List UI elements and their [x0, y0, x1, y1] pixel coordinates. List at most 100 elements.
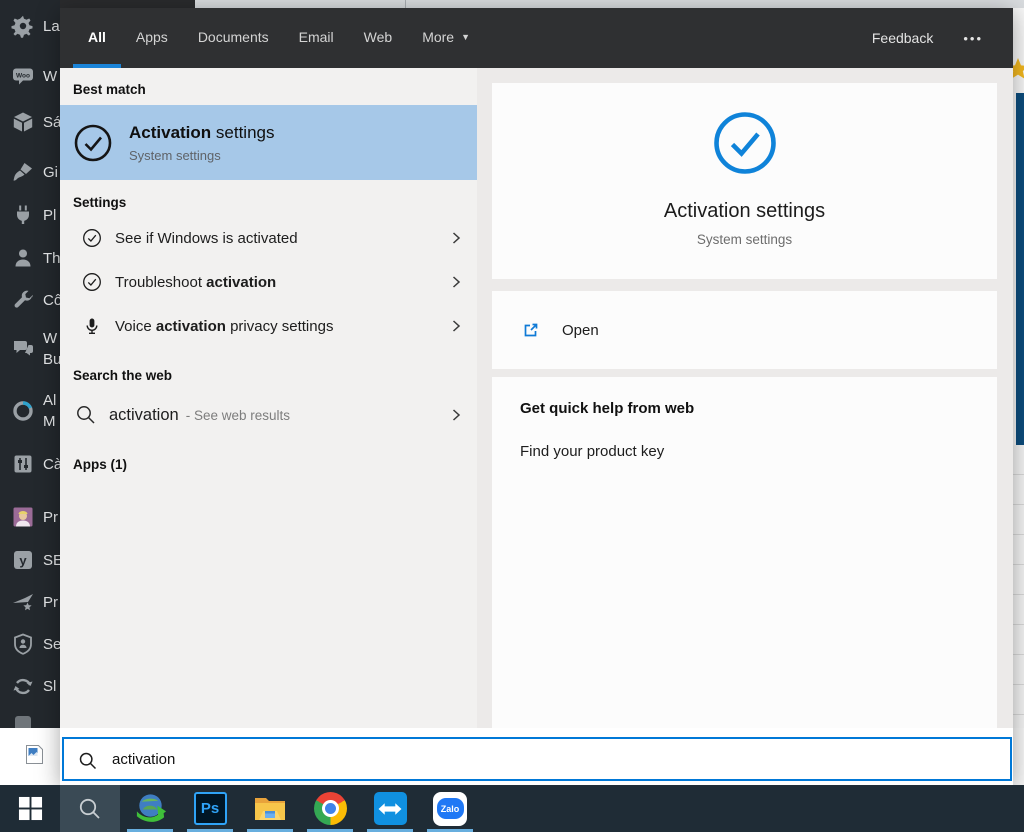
sidebar-item-label: SE — [43, 551, 60, 569]
best-match-item[interactable]: Activation settings System settings — [60, 105, 477, 180]
svg-text:Woo: Woo — [16, 73, 30, 80]
search-web-header: Search the web — [73, 368, 173, 383]
settings-sliders-icon — [11, 452, 35, 476]
search-results-body: Best match Activation settings System se… — [60, 68, 1013, 728]
tab-apps[interactable]: Apps — [121, 8, 183, 68]
tab-all[interactable]: All — [73, 8, 121, 68]
preview-card: Activation settings System settings — [492, 83, 997, 279]
migration-circle-icon — [11, 399, 35, 423]
sidebar-item-label: Gi — [43, 163, 58, 181]
find-product-key-link[interactable]: Find your product key — [520, 443, 969, 460]
browser-tab-divider — [405, 0, 406, 8]
search-input[interactable] — [110, 749, 1010, 769]
feedback-button[interactable]: Feedback — [872, 8, 933, 68]
taskbar-teamviewer-button[interactable] — [360, 785, 420, 832]
result-troubleshoot-activation[interactable]: Troubleshoot activation — [60, 260, 477, 304]
chevron-right-icon — [449, 319, 463, 333]
generic-plugin-icon — [11, 712, 35, 728]
chevron-down-icon: ▼ — [461, 32, 471, 42]
sidebar-item-users[interactable]: Th — [0, 246, 60, 270]
result-see-if-windows-activated[interactable]: See if Windows is activated — [60, 216, 477, 260]
profile-avatar-icon — [11, 505, 35, 529]
sidebar-item-tools[interactable]: Cô — [0, 288, 60, 312]
sidebar-item-label: Pr — [43, 508, 58, 526]
chevron-right-icon — [449, 408, 463, 422]
tab-web[interactable]: Web — [349, 8, 408, 68]
plugins-plug-icon — [11, 203, 35, 227]
windows-logo-icon — [18, 796, 43, 821]
sidebar-item-label: Se — [43, 635, 60, 653]
gear-icon — [11, 14, 35, 38]
taskbar-search-button[interactable] — [60, 785, 120, 832]
products-box-icon — [11, 110, 35, 134]
sidebar-item-appearance[interactable]: Gi — [0, 160, 60, 184]
star-icon — [1013, 55, 1024, 93]
sidebar-item-dashboard[interactable]: La — [0, 14, 60, 38]
sidebar-item-security[interactable]: Se — [0, 632, 60, 656]
preview-column: Activation settings System settings Open… — [477, 68, 1013, 728]
sidebar-item-label: La — [43, 17, 60, 35]
taskbar-photoshop-button[interactable]: Ps — [180, 785, 240, 832]
activation-check-icon-large — [712, 110, 778, 176]
overflow-menu-icon[interactable]: ••• — [963, 8, 983, 68]
sidebar-item-label: Al M — [43, 392, 57, 430]
yoast-seo-icon: y — [11, 548, 35, 572]
tools-wrench-icon — [11, 288, 35, 312]
sidebar-item-products[interactable]: Sá — [0, 110, 60, 134]
tab-email[interactable]: Email — [284, 8, 349, 68]
sidebar-item-label: W — [43, 67, 58, 85]
sidebar-item-seo[interactable]: y SE — [0, 548, 60, 572]
sidebar-item-slider[interactable]: Sl — [0, 674, 60, 698]
result-voice-activation-privacy[interactable]: Voice activation privacy settings — [60, 304, 477, 348]
preview-title: Activation settings — [663, 200, 826, 222]
best-match-title: Activation settings — [129, 122, 275, 142]
background-table-rows — [1013, 445, 1024, 728]
start-button[interactable] — [0, 785, 60, 832]
circle-check-icon — [82, 228, 102, 248]
microphone-icon — [82, 316, 102, 336]
search-input-box — [62, 737, 1012, 781]
slider-refresh-icon — [11, 674, 35, 698]
chevron-right-icon — [449, 275, 463, 289]
security-shield-icon — [11, 632, 35, 656]
svg-text:y: y — [19, 553, 27, 568]
taskbar-chrome-button[interactable] — [300, 785, 360, 832]
taskbar-zalo-button[interactable]: Zalo — [420, 785, 480, 832]
search-icon — [78, 751, 98, 771]
search-bar-container — [60, 728, 1013, 785]
appearance-brush-icon — [11, 160, 35, 184]
rocket-star-icon — [11, 590, 35, 614]
open-external-icon — [521, 320, 541, 340]
taskbar-file-explorer-button[interactable] — [240, 785, 300, 832]
sidebar-item-premium[interactable]: Pr — [0, 590, 60, 614]
tab-more[interactable]: More ▼ — [407, 8, 485, 68]
sidebar-item-migration[interactable]: Al M — [0, 390, 60, 432]
sidebar-item-settings[interactable]: Cà — [0, 452, 60, 476]
teamviewer-icon — [373, 792, 407, 825]
browser-top-strip — [60, 0, 1024, 8]
open-label: Open — [562, 321, 599, 339]
woocommerce-icon: Woo — [11, 64, 35, 88]
users-person-icon — [11, 246, 35, 270]
activation-check-icon — [73, 123, 113, 163]
chrome-icon — [313, 792, 347, 825]
sidebar-item-plugins[interactable]: Pl — [0, 203, 60, 227]
sidebar-item-label: Pl — [43, 206, 57, 224]
open-action-row[interactable]: Open — [492, 291, 997, 369]
tab-documents[interactable]: Documents — [183, 8, 284, 68]
sidebar-item-woocommerce[interactable]: Woo W — [0, 64, 60, 88]
idm-icon — [133, 791, 168, 826]
page-background-right-sliver — [1013, 8, 1024, 785]
windows-taskbar: Ps Zalo — [0, 785, 1024, 832]
background-blue-strip — [1016, 93, 1024, 445]
search-icon — [75, 404, 97, 426]
web-suffix-text: - See web results — [185, 407, 291, 423]
sidebar-item-chat[interactable]: W Bu — [0, 328, 60, 370]
browser-tab-dark-segment — [60, 0, 195, 8]
taskbar-idm-button[interactable] — [120, 785, 180, 832]
sidebar-item-partial — [0, 712, 60, 728]
result-web-search[interactable]: activation - See web results — [60, 391, 477, 439]
sidebar-item-profile[interactable]: Pr — [0, 505, 60, 529]
chevron-right-icon — [449, 231, 463, 245]
photoshop-icon: Ps — [193, 792, 227, 825]
